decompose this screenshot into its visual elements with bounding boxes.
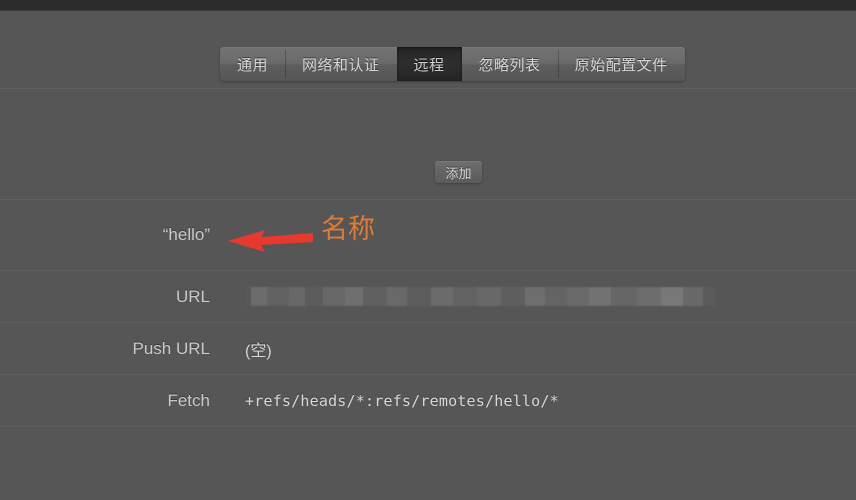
table-row[interactable]: “hello”	[0, 200, 856, 271]
tab-raw-config-file[interactable]: 原始配置文件	[557, 47, 685, 81]
add-remote-row: 添加	[0, 89, 856, 200]
remote-name-label: “hello”	[162, 225, 210, 244]
fetch-label: Fetch	[167, 390, 210, 410]
add-button[interactable]: 添加	[435, 161, 482, 183]
remote-details-list: “hello” URL Push URL (空) Fetch +refs/hea…	[0, 200, 856, 427]
settings-tabbar[interactable]: 通用 网络和认证 远程 忽略列表 原始配置文件	[220, 47, 685, 81]
table-row[interactable]: URL	[0, 271, 856, 323]
tabbar-area: 通用 网络和认证 远程 忽略列表 原始配置文件	[0, 11, 856, 89]
push-url-value[interactable]: (空)	[210, 337, 856, 361]
fetch-value[interactable]: +refs/heads/*:refs/remotes/hello/*	[210, 392, 856, 410]
url-label: URL	[175, 286, 210, 306]
table-row[interactable]: Push URL (空)	[0, 323, 856, 375]
tab-ignore-list[interactable]: 忽略列表	[462, 47, 558, 81]
tab-remote[interactable]: 远程	[396, 47, 462, 81]
tab-network-auth[interactable]: 网络和认证	[285, 47, 397, 81]
url-value[interactable]	[210, 287, 856, 306]
redacted-url-mosaic	[245, 287, 715, 306]
table-row[interactable]: Fetch +refs/heads/*:refs/remotes/hello/*	[0, 375, 856, 427]
window-titlebar	[0, 0, 856, 11]
settings-window: 通用 网络和认证 远程 忽略列表 原始配置文件 添加 “hello” URL P…	[0, 0, 856, 500]
tab-general[interactable]: 通用	[220, 47, 285, 81]
push-url-label: Push URL	[132, 338, 210, 358]
empty-bottom-area	[0, 436, 856, 500]
